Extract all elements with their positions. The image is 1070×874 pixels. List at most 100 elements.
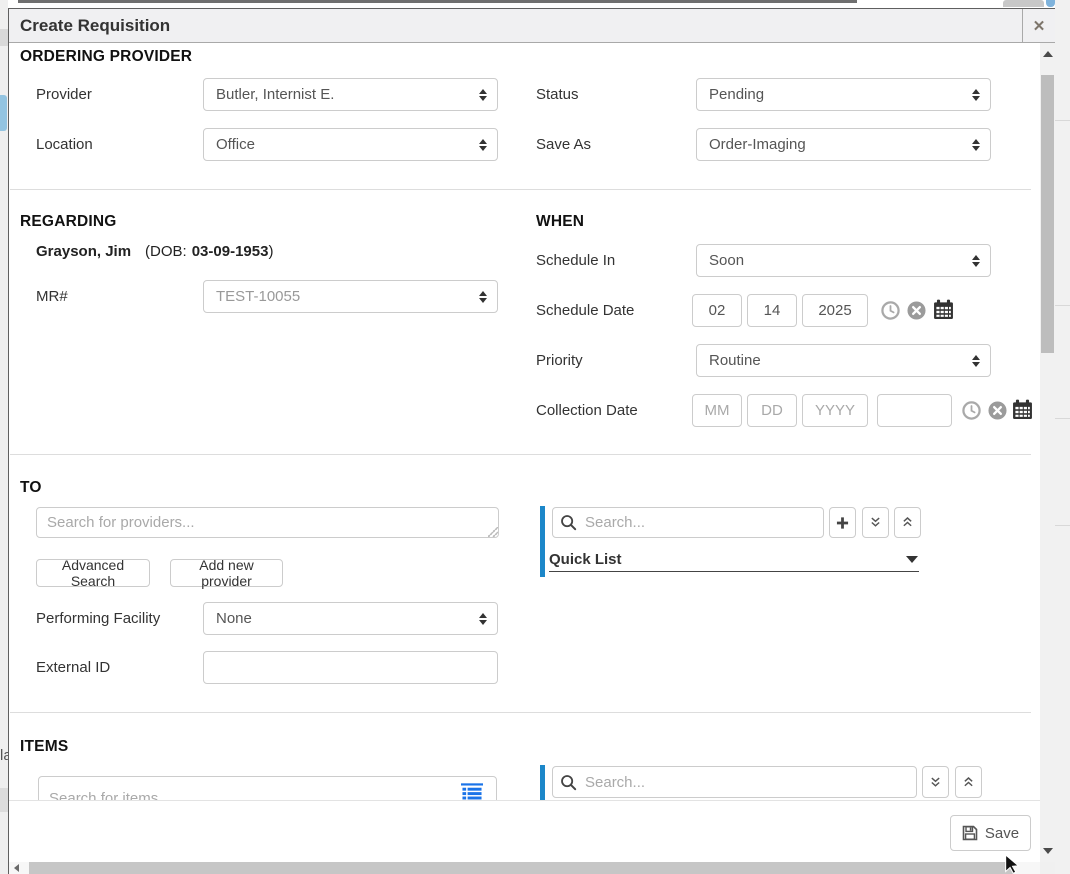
performing-facility-select[interactable]: None — [203, 602, 498, 635]
background-blue-element — [0, 95, 7, 131]
schedule-date-label: Schedule Date — [536, 294, 634, 327]
add-to-quick-list-button[interactable] — [829, 507, 856, 538]
calendar-icon[interactable] — [1012, 399, 1033, 420]
collection-day-input[interactable] — [747, 394, 797, 427]
patient-line: Grayson, Jim(DOB:03-09-1953) — [36, 243, 273, 260]
close-button[interactable]: ✕ — [1022, 9, 1055, 43]
clear-date-icon[interactable] — [988, 401, 1007, 420]
collapse-all-button[interactable] — [955, 766, 982, 798]
background-divider — [1055, 120, 1070, 121]
scroll-left-arrow[interactable] — [14, 864, 19, 872]
scroll-up-arrow[interactable] — [1043, 51, 1053, 57]
select-arrows-icon — [479, 291, 487, 303]
background-page-right-strip — [1055, 0, 1070, 874]
select-arrows-icon — [972, 355, 980, 367]
items-quick-search-input[interactable] — [552, 766, 917, 798]
vertical-scrollbar-thumb[interactable] — [1041, 75, 1054, 353]
dialog-header: Create Requisition — [9, 9, 1022, 43]
schedule-in-label: Schedule In — [536, 244, 615, 277]
priority-label: Priority — [536, 344, 583, 377]
collection-month-input[interactable] — [692, 394, 742, 427]
background-bar — [0, 29, 8, 46]
select-arrows-icon — [479, 139, 487, 151]
background-tab — [1003, 0, 1044, 7]
advanced-search-button[interactable]: Advanced Search — [36, 559, 150, 587]
section-heading-items: ITEMS — [20, 738, 68, 756]
chevron-down-icon[interactable] — [906, 556, 918, 563]
save-as-select-value: Order-Imaging — [709, 136, 806, 153]
mr-select[interactable]: TEST-10055 — [203, 280, 498, 313]
double-chevron-down-icon — [929, 775, 942, 790]
background-divider — [1055, 525, 1070, 526]
item-search-input[interactable] — [38, 776, 497, 800]
performing-facility-select-value: None — [216, 610, 252, 627]
schedule-day-input[interactable] — [747, 294, 797, 327]
section-divider — [10, 454, 1031, 455]
background-page-left-strip: la — [0, 0, 8, 874]
background-blue-dot — [1046, 0, 1055, 7]
quick-list-underline — [549, 571, 919, 572]
save-as-select[interactable]: Order-Imaging — [696, 128, 991, 161]
location-label: Location — [36, 128, 93, 161]
resize-handle[interactable] — [488, 527, 498, 537]
calendar-icon[interactable] — [933, 299, 954, 320]
item-list-icon[interactable] — [461, 783, 483, 800]
save-as-label: Save As — [536, 128, 591, 161]
collapse-all-button[interactable] — [894, 507, 921, 538]
horizontal-scrollbar-thumb[interactable] — [29, 862, 1014, 874]
clock-icon[interactable] — [962, 401, 981, 420]
location-select-value: Office — [216, 136, 255, 153]
dialog-body: ORDERING PROVIDER Provider Butler, Inter… — [9, 43, 1040, 800]
schedule-month-input[interactable] — [692, 294, 742, 327]
select-arrows-icon — [972, 255, 980, 267]
background-divider — [1055, 418, 1070, 419]
schedule-in-select[interactable]: Soon — [696, 244, 991, 277]
collection-year-input[interactable] — [802, 394, 868, 427]
provider-select[interactable]: Butler, Internist E. — [203, 78, 498, 111]
collection-time-input[interactable] — [877, 394, 952, 427]
quick-list-header[interactable]: Quick List — [549, 551, 622, 568]
dialog-footer — [9, 800, 1040, 862]
schedule-year-input[interactable] — [802, 294, 868, 327]
status-select[interactable]: Pending — [696, 78, 991, 111]
save-button[interactable]: Save — [950, 815, 1031, 851]
section-heading-to: TO — [20, 479, 42, 497]
status-label: Status — [536, 78, 579, 111]
mr-select-value: TEST-10055 — [216, 288, 300, 305]
select-arrows-icon — [972, 139, 980, 151]
quick-list-accent-bar — [540, 765, 545, 800]
plus-icon — [836, 516, 849, 530]
dob-suffix: ) — [268, 243, 273, 260]
horizontal-scrollbar[interactable] — [9, 862, 1040, 874]
external-id-input[interactable] — [203, 651, 498, 684]
select-arrows-icon — [479, 613, 487, 625]
quick-list-accent-bar — [540, 506, 545, 577]
mouse-cursor — [1004, 855, 1020, 874]
double-chevron-up-icon — [962, 775, 975, 790]
section-divider — [10, 712, 1031, 713]
location-select[interactable]: Office — [203, 128, 498, 161]
to-quick-search-input[interactable] — [552, 507, 824, 538]
section-heading-when: WHEN — [536, 213, 584, 231]
external-id-label: External ID — [36, 651, 110, 684]
dialog-title: Create Requisition — [20, 9, 170, 42]
vertical-scrollbar[interactable] — [1040, 43, 1055, 862]
select-arrows-icon — [479, 89, 487, 101]
double-chevron-down-icon — [869, 515, 882, 530]
save-button-label: Save — [985, 825, 1019, 842]
provider-search-textarea[interactable] — [36, 507, 499, 538]
clock-icon[interactable] — [881, 301, 900, 320]
performing-facility-label: Performing Facility — [36, 602, 160, 635]
background-bar — [0, 788, 8, 812]
expand-all-button[interactable] — [862, 507, 889, 538]
clear-date-icon[interactable] — [907, 301, 926, 320]
background-text-fragment: la — [0, 747, 8, 765]
scroll-down-arrow[interactable] — [1043, 848, 1053, 854]
expand-all-button[interactable] — [922, 766, 949, 798]
priority-select[interactable]: Routine — [696, 344, 991, 377]
dob-prefix: (DOB: — [145, 243, 187, 260]
provider-label: Provider — [36, 78, 92, 111]
dob-value: 03-09-1953 — [192, 243, 269, 260]
section-heading-ordering-provider: ORDERING PROVIDER — [20, 48, 192, 66]
add-new-provider-button[interactable]: Add new provider — [170, 559, 283, 587]
